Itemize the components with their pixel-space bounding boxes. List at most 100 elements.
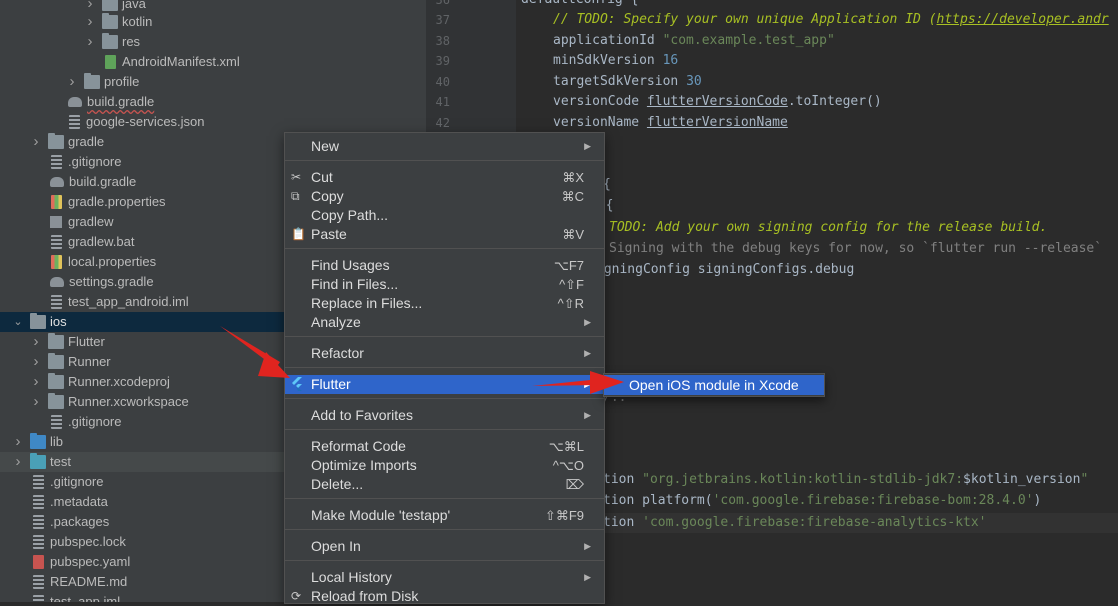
tree-row-label: google-services.json	[86, 114, 205, 129]
tree-row[interactable]: build.gradle	[0, 92, 426, 112]
code-token: igningConfig signingConfigs.debug	[596, 262, 855, 277]
tree-row[interactable]: › res	[0, 32, 426, 52]
menu-item-add-to-favorites[interactable]: Add to Favorites ▶	[285, 406, 604, 425]
open-ios-module-in-xcode-item[interactable]: Open iOS module in Xcode	[604, 375, 824, 395]
chevron-right-icon[interactable]: ›	[30, 332, 42, 352]
code-token: applicationId	[553, 33, 663, 48]
code-line: // TODO: Specify your own unique Applica…	[553, 10, 1109, 30]
tree-row-label: build.gradle	[87, 94, 155, 109]
chevron-right-icon[interactable]: ›	[12, 432, 24, 452]
menu-item-new[interactable]: New ▶	[285, 137, 604, 156]
chevron-right-icon[interactable]: ›	[84, 32, 96, 52]
menu-item-reload-from-disk[interactable]: ⟳ Reload from Disk	[285, 587, 604, 606]
tree-row-label: pubspec.yaml	[50, 554, 131, 569]
tree-row-label: .gitignore	[68, 414, 122, 429]
code-line: tion platform('com.google.firebase:fireb…	[603, 491, 1041, 511]
text-file-icon	[51, 295, 62, 309]
menu-item-find-usages[interactable]: Find Usages ⌥F7	[285, 256, 604, 275]
tree-row[interactable]: › profile	[0, 72, 426, 92]
folder-teal-icon	[30, 453, 46, 469]
code-token: // TODO: Specify your own unique Applica…	[553, 12, 937, 27]
folder-icon	[48, 373, 64, 389]
gradle-icon	[68, 97, 82, 107]
menu-item-shortcut: ⌘V	[562, 227, 584, 242]
tree-row-label: test_app.iml	[50, 594, 121, 602]
menu-item-optimize-imports[interactable]: Optimize Imports ^⌥O	[285, 456, 604, 475]
menu-item-open-in[interactable]: Open In ▶	[285, 537, 604, 556]
tree-row[interactable]: google-services.json	[0, 112, 426, 132]
line-number: 38	[435, 34, 450, 48]
menu-item-copy[interactable]: ⧉ Copy ⌘C	[285, 187, 604, 206]
chevron-right-icon[interactable]: ›	[84, 12, 96, 32]
code-token: tion	[603, 472, 643, 487]
tree-row-label: lib	[50, 434, 64, 449]
menu-item-cut[interactable]: ✂ Cut ⌘X	[285, 168, 604, 187]
chevron-right-icon[interactable]: ›	[30, 132, 42, 152]
copy-icon: ⧉	[291, 189, 300, 203]
tree-row-label: settings.gradle	[69, 274, 154, 289]
folder-icon	[84, 73, 100, 89]
folder-icon	[48, 333, 64, 349]
text-file-icon	[69, 115, 80, 129]
menu-item-paste[interactable]: 📋 Paste ⌘V	[285, 225, 604, 244]
menu-item-label: Optimize Imports	[311, 457, 417, 473]
menu-item-label: Copy	[311, 188, 344, 204]
chevron-right-icon[interactable]: ›	[30, 372, 42, 392]
menu-item-label: Replace in Files...	[311, 295, 423, 311]
menu-item-replace-in-files[interactable]: Replace in Files... ^⇧R	[285, 294, 604, 313]
menu-item-find-in-files[interactable]: Find in Files... ^⇧F	[285, 275, 604, 294]
menu-item-label: Add to Favorites	[311, 407, 413, 423]
submenu-triangle-icon: ▶	[584, 348, 591, 358]
code-token: tion	[603, 515, 643, 530]
menu-item-reformat-code[interactable]: Reformat Code ⌥⌘L	[285, 437, 604, 456]
code-line: igningConfig signingConfigs.debug	[596, 260, 854, 280]
text-file-icon	[33, 535, 44, 549]
code-token: targetSdkVersion	[553, 74, 687, 89]
menu-item-analyze[interactable]: Analyze ▶	[285, 313, 604, 332]
tree-row-label: test	[50, 454, 71, 469]
code-token: versionName	[553, 115, 647, 130]
menu-item-make-module-testapp[interactable]: Make Module 'testapp' ⇧⌘F9	[285, 506, 604, 525]
chevron-right-icon[interactable]: ›	[30, 392, 42, 412]
folder-icon	[48, 393, 64, 409]
menu-item-label: Delete...	[311, 476, 364, 492]
menu-item-label: Copy Path...	[311, 207, 389, 223]
tree-row-label: gradlew	[68, 214, 114, 229]
menu-separator	[285, 160, 604, 161]
tree-row-label: res	[122, 34, 141, 49]
menu-item-local-history[interactable]: Local History ▶	[285, 568, 604, 587]
submenu-item-label: Open iOS module in Xcode	[629, 377, 799, 393]
menu-separator	[285, 529, 604, 530]
menu-item-label: Paste	[311, 226, 347, 242]
chevron-right-icon[interactable]: ›	[12, 452, 24, 472]
code-token: flutterVersionName	[646, 115, 788, 130]
chevron-right-icon[interactable]: ›	[66, 72, 78, 92]
code-line: TODO: Add your own signing config for th…	[609, 218, 1047, 238]
menu-item-refactor[interactable]: Refactor ▶	[285, 344, 604, 363]
text-file-icon	[33, 475, 44, 489]
menu-item-copy-path[interactable]: Copy Path...	[285, 206, 604, 225]
tree-row[interactable]: AndroidManifest.xml	[0, 52, 426, 72]
chevron-right-icon[interactable]: ›	[30, 352, 42, 372]
code-token: flutterVersionCode	[646, 94, 788, 109]
folder-icon	[48, 353, 64, 369]
tree-row[interactable]: › kotlin	[0, 12, 426, 32]
tree-row-label: Runner.xcworkspace	[68, 394, 189, 409]
folder-icon	[102, 13, 118, 29]
menu-item-flutter[interactable]: Flutter ▶	[285, 375, 604, 394]
code-line: defaultConfig {	[521, 0, 638, 10]
code-token: minSdkVersion	[553, 53, 663, 68]
menu-item-delete[interactable]: Delete... ⌦	[285, 475, 604, 494]
menu-item-label: Cut	[311, 169, 333, 185]
code-token: $kotlin_version	[963, 472, 1081, 487]
code-token: 30	[686, 74, 702, 89]
code-token: 'com.google.firebase:firebase-bom:28.4.0…	[712, 493, 1034, 508]
text-file-icon	[33, 495, 44, 509]
chevron-down-icon[interactable]: ⌄	[12, 312, 24, 332]
